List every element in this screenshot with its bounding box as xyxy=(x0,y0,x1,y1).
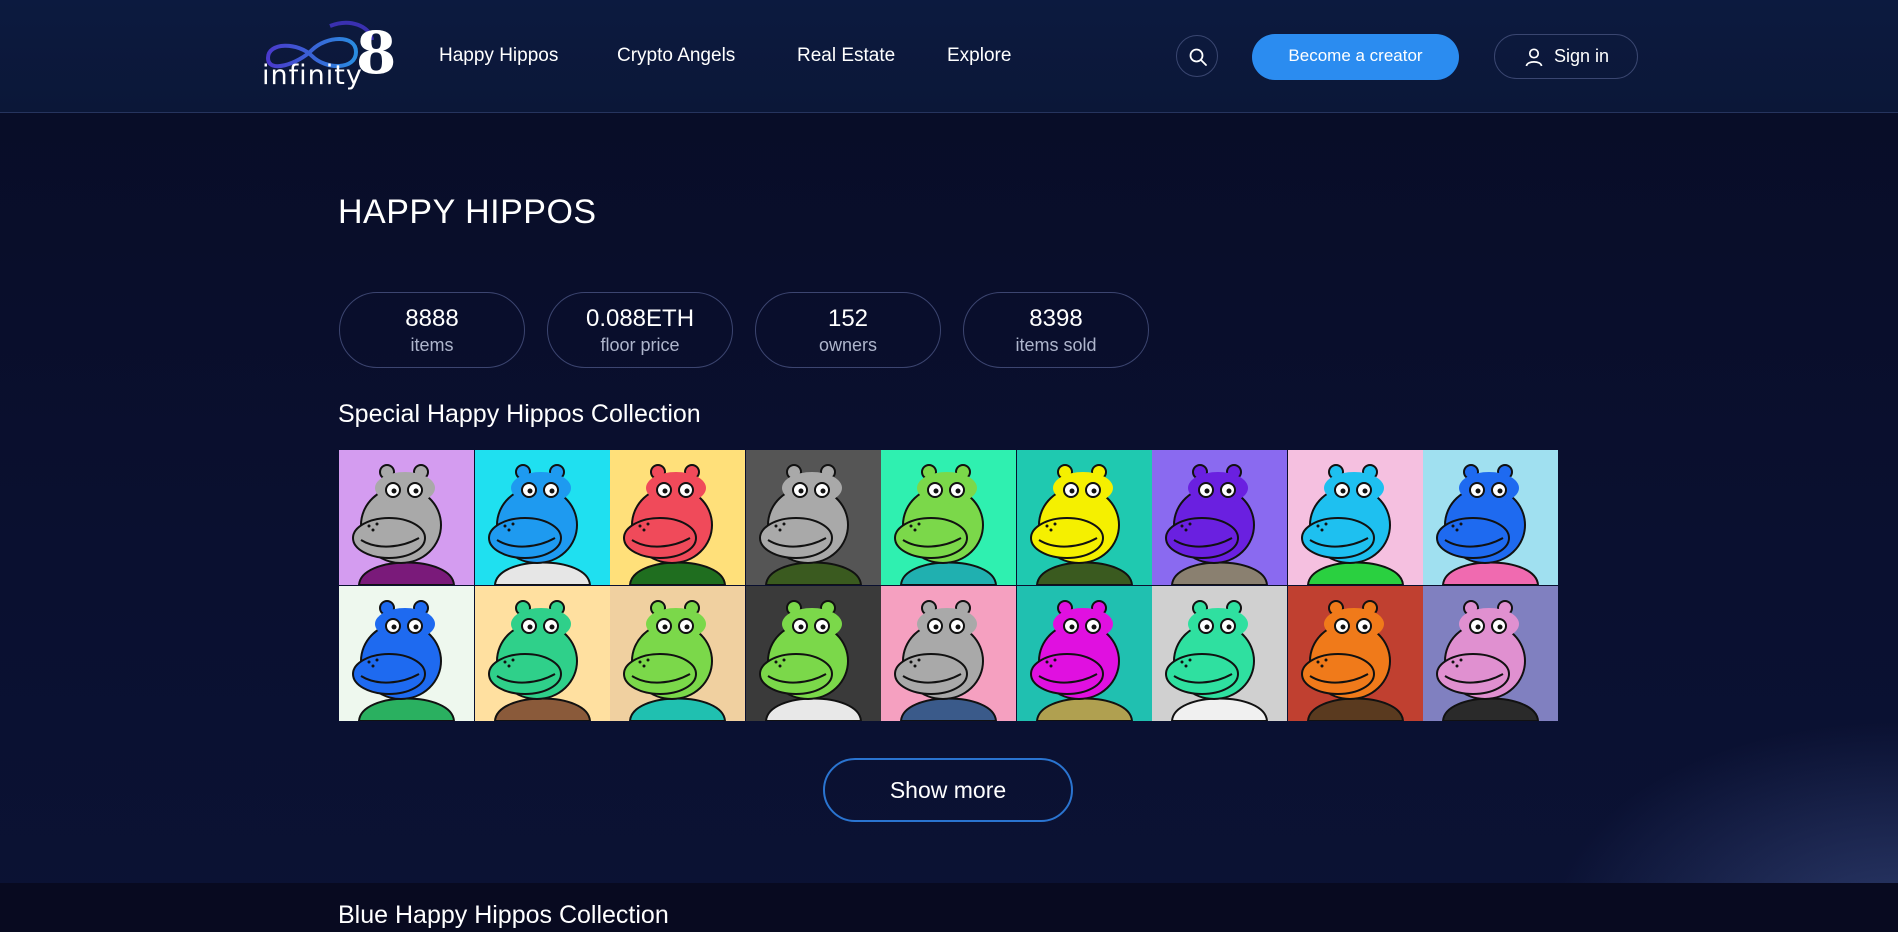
logo-eight-mark: 8 xyxy=(356,19,397,87)
stat-value: 8888 xyxy=(405,305,459,332)
hippo-image xyxy=(881,586,1016,721)
nav-crypto-angels[interactable]: Crypto Angels xyxy=(617,45,735,67)
stat-items: 8888 items xyxy=(339,292,525,368)
nft-card[interactable] xyxy=(1152,586,1287,721)
nft-card[interactable] xyxy=(1423,586,1558,721)
nft-card[interactable] xyxy=(1287,450,1423,585)
nft-card[interactable] xyxy=(610,586,745,721)
hippo-image xyxy=(1423,450,1558,585)
stat-floor-price: 0.088ETH floor price xyxy=(547,292,733,368)
blue-collection-section xyxy=(0,883,1898,932)
logo-text: infinity xyxy=(262,60,363,91)
nft-card[interactable] xyxy=(474,450,610,585)
nav-real-estate[interactable]: Real Estate xyxy=(797,45,895,67)
special-collection-title: Special Happy Hippos Collection xyxy=(338,400,701,428)
page-title: HAPPY HIPPOS xyxy=(338,193,597,231)
hippo-image xyxy=(1016,450,1152,585)
stat-value: 0.088ETH xyxy=(585,305,695,332)
nft-card[interactable] xyxy=(881,586,1016,721)
hippo-image xyxy=(745,450,881,585)
hippo-image xyxy=(881,450,1016,585)
hippo-image xyxy=(745,586,881,721)
nft-card[interactable] xyxy=(745,586,881,721)
sign-in-button[interactable]: Sign in xyxy=(1494,34,1638,79)
stat-value: 8398 xyxy=(1029,305,1083,332)
nft-card[interactable] xyxy=(610,450,745,585)
site-header: infinity 8 Happy Hippos Crypto Angels Re… xyxy=(0,0,1898,113)
become-creator-button[interactable]: Become a creator xyxy=(1252,34,1459,80)
nft-card[interactable] xyxy=(1423,450,1558,585)
hippo-image xyxy=(474,450,610,585)
hippo-image xyxy=(339,586,474,721)
nav-explore[interactable]: Explore xyxy=(947,45,1011,67)
stat-label: items xyxy=(410,335,454,355)
stat-owners: 152 owners xyxy=(755,292,941,368)
nft-card[interactable] xyxy=(1016,586,1152,721)
nft-card[interactable] xyxy=(1016,450,1152,585)
nft-card[interactable] xyxy=(339,586,474,721)
nav-happy-hippos[interactable]: Happy Hippos xyxy=(439,45,558,67)
stat-value: 152 xyxy=(827,305,869,332)
nft-card[interactable] xyxy=(745,450,881,585)
show-more-button[interactable]: Show more xyxy=(823,758,1073,822)
nft-card[interactable] xyxy=(1287,586,1423,721)
stat-label: floor price xyxy=(600,335,680,355)
hippo-image xyxy=(1287,450,1423,585)
stat-label: owners xyxy=(818,335,878,355)
hippo-image xyxy=(1152,586,1287,721)
hippo-image xyxy=(339,450,474,585)
nft-card[interactable] xyxy=(881,450,1016,585)
nft-grid xyxy=(339,450,1558,721)
hippo-image xyxy=(610,586,745,721)
hippo-image xyxy=(1423,586,1558,721)
hippo-image xyxy=(610,450,745,585)
user-icon xyxy=(1525,48,1543,67)
stat-label: items sold xyxy=(1015,335,1097,355)
nft-card[interactable] xyxy=(474,586,610,721)
search-icon xyxy=(1189,48,1207,66)
sign-in-label: Sign in xyxy=(1554,46,1610,66)
hippo-image xyxy=(1287,586,1423,721)
nft-card[interactable] xyxy=(339,450,474,585)
nft-card[interactable] xyxy=(1152,450,1287,585)
search-button[interactable] xyxy=(1176,35,1218,77)
infinity8-logo[interactable]: infinity 8 xyxy=(260,18,396,94)
hippo-image xyxy=(1152,450,1287,585)
stat-items-sold: 8398 items sold xyxy=(963,292,1149,368)
hippo-image xyxy=(1016,586,1152,721)
hippo-image xyxy=(474,586,610,721)
blue-collection-title: Blue Happy Hippos Collection xyxy=(338,901,669,929)
